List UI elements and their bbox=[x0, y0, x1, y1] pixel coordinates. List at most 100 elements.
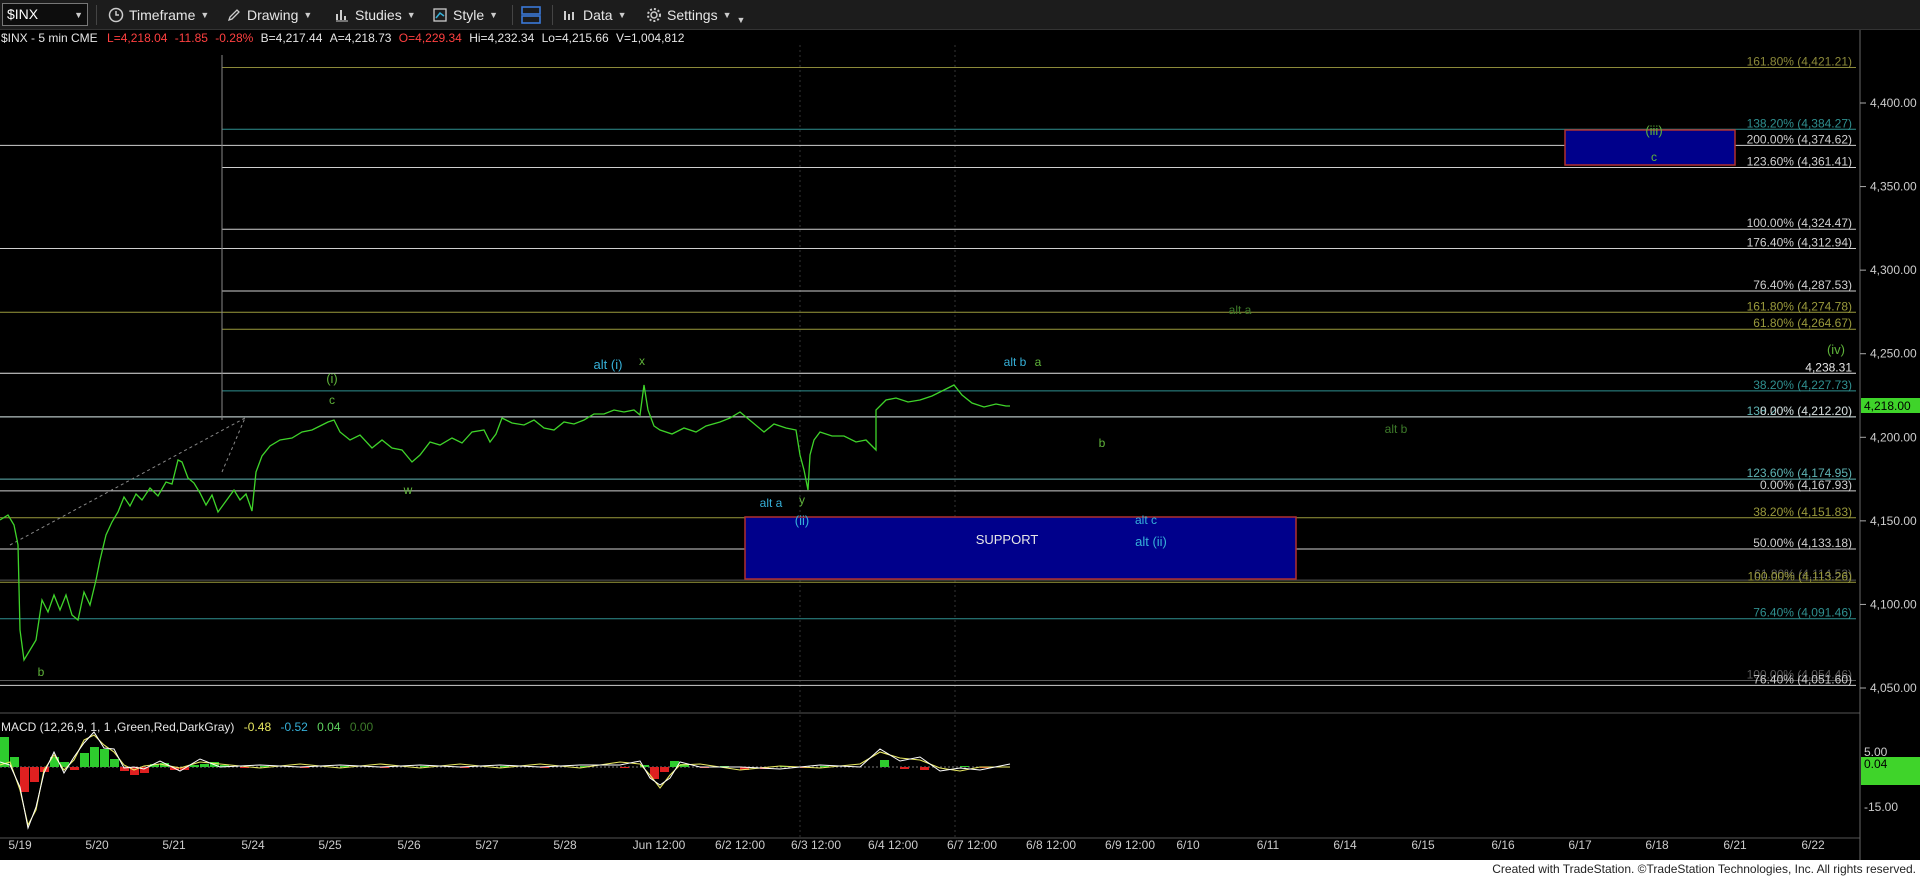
time-axis-label: 6/4 12:00 bbox=[868, 838, 918, 852]
data-label: Data bbox=[583, 7, 613, 23]
wave-label[interactable]: a bbox=[1035, 355, 1042, 369]
svg-text:0.04: 0.04 bbox=[1864, 757, 1888, 771]
fib-level-label: 4,238.31 bbox=[1805, 360, 1852, 374]
macd-histogram-bar bbox=[90, 747, 99, 767]
wave-label[interactable]: (iii) bbox=[1645, 123, 1662, 138]
settings-label: Settings bbox=[667, 7, 718, 23]
wave-label[interactable]: (iv) bbox=[1827, 342, 1845, 357]
wave-label[interactable]: alt (ii) bbox=[1135, 534, 1167, 549]
time-axis-label: 6/15 bbox=[1411, 838, 1435, 852]
fib-level-label: 100.00% (4,324.47) bbox=[1747, 216, 1852, 230]
wave-label[interactable]: c bbox=[329, 393, 335, 407]
macd-histogram-bar bbox=[140, 767, 149, 773]
bid-price: B=4,217.44 bbox=[260, 31, 323, 45]
fib-level-label: 0.00% (4,167.93) bbox=[1760, 478, 1852, 492]
macd-zero-tag bbox=[1861, 771, 1920, 785]
net-change: -11.85 bbox=[174, 31, 208, 45]
macd-histogram-bar bbox=[200, 764, 209, 767]
price-axis-label: 4,150.00 bbox=[1870, 514, 1917, 528]
high-price: Hi=4,232.34 bbox=[469, 31, 535, 45]
time-axis-label: 6/22 bbox=[1801, 838, 1825, 852]
time-axis-label: 6/10 bbox=[1176, 838, 1200, 852]
macd-histogram-bar bbox=[920, 767, 929, 770]
chevron-down-icon: ▼ bbox=[617, 10, 627, 20]
wave-label[interactable]: x bbox=[639, 354, 645, 368]
symbol-value: $INX bbox=[7, 6, 39, 22]
pencil-icon bbox=[227, 9, 240, 22]
price-axis-label: 4,200.00 bbox=[1870, 430, 1917, 444]
wave-label[interactable]: alt a bbox=[760, 496, 783, 510]
fib-level-label: 50.00% (4,133.18) bbox=[1753, 536, 1852, 550]
wave-label[interactable]: (ii) bbox=[795, 513, 809, 528]
wave-label[interactable]: y bbox=[799, 493, 805, 507]
macd-histogram-bar bbox=[20, 767, 29, 792]
time-axis-label: Jun 12:00 bbox=[633, 838, 686, 852]
time-axis-label: 5/26 bbox=[397, 838, 421, 852]
wave-label[interactable]: alt b bbox=[1004, 355, 1027, 369]
timeframe-button[interactable]: Timeframe ▼ bbox=[108, 4, 209, 26]
wave-label[interactable]: c bbox=[1651, 150, 1657, 164]
macd-histogram-bar bbox=[110, 759, 119, 767]
clock-icon bbox=[108, 7, 124, 23]
support-label: SUPPORT bbox=[976, 532, 1039, 547]
time-axis-label: 6/16 bbox=[1491, 838, 1515, 852]
support-zone[interactable] bbox=[744, 516, 1297, 580]
fib-level-label: 161.80% (4,421.21) bbox=[1747, 55, 1852, 69]
style-icon bbox=[433, 8, 447, 22]
macd-title: MACD (12,26,9, 1, 1 ,Green,Red,DarkGray) bbox=[1, 720, 235, 734]
toolbar-divider bbox=[512, 5, 513, 25]
wave-label[interactable]: b bbox=[1099, 436, 1106, 450]
chevron-down-icon: ▼ bbox=[200, 10, 210, 20]
macd-histogram-bar bbox=[80, 753, 89, 767]
time-axis-label: 6/21 bbox=[1723, 838, 1747, 852]
time-axis-label: 6/9 12:00 bbox=[1105, 838, 1155, 852]
fib-level-label: 200.00% (4,374.62) bbox=[1747, 132, 1852, 146]
price-axis-label: 4,250.00 bbox=[1870, 347, 1917, 361]
macd-value: -0.48 bbox=[243, 720, 272, 734]
macd-histogram-bar bbox=[30, 767, 39, 782]
pct-change: -0.28% bbox=[215, 31, 254, 45]
timeframe-label: Timeframe bbox=[129, 7, 196, 23]
fib-level-label: 100.00% (4,113.26) bbox=[1747, 569, 1852, 583]
data-icon bbox=[564, 11, 574, 20]
open-price: O=4,229.34 bbox=[398, 31, 462, 45]
price-chart[interactable]: SUPPORT 161.80% (4,421.21) 138.20% (4,384… bbox=[0, 30, 1920, 860]
fib-level-label: 176.40% (4,312.94) bbox=[1747, 236, 1852, 250]
time-axis-label: 6/7 12:00 bbox=[947, 838, 997, 852]
ask-price: A=4,218.73 bbox=[329, 31, 392, 45]
macd-histogram-bar bbox=[880, 760, 889, 767]
time-axis-label: 6/8 12:00 bbox=[1026, 838, 1076, 852]
chevron-down-icon[interactable]: ▼ bbox=[74, 10, 83, 20]
studies-button[interactable]: Studies ▼ bbox=[334, 4, 416, 26]
settings-button[interactable]: Settings ▼ ▼ bbox=[646, 4, 745, 26]
window-layout-button[interactable] bbox=[520, 4, 542, 26]
fib-level-label: 76.40% (4,287.53) bbox=[1753, 278, 1852, 292]
wave-label[interactable]: (i) bbox=[326, 371, 338, 386]
wave-label[interactable]: alt b bbox=[1385, 422, 1408, 436]
wave-label[interactable]: alt c bbox=[1135, 513, 1157, 527]
copyright-text: Created with TradeStation. ©TradeStation… bbox=[1492, 862, 1916, 876]
price-axis-label: 4,300.00 bbox=[1870, 263, 1917, 277]
chevron-down-icon: ▼ bbox=[722, 10, 732, 20]
wave-label[interactable]: w bbox=[403, 483, 413, 497]
time-axis-label: 5/20 bbox=[85, 838, 109, 852]
fib-level-label: 38.20% (4,151.83) bbox=[1753, 505, 1852, 519]
price-axis-label: 4,050.00 bbox=[1870, 681, 1917, 695]
data-button[interactable]: Data ▼ bbox=[562, 4, 627, 26]
wave-label[interactable]: alt a bbox=[1229, 303, 1252, 317]
macd-histogram-bar bbox=[620, 767, 629, 768]
macd-histogram-bar bbox=[70, 767, 79, 770]
symbol-input[interactable]: $INX ▼ bbox=[2, 3, 88, 26]
drawing-button[interactable]: Drawing ▼ bbox=[226, 4, 312, 26]
time-axis-label: 6/2 12:00 bbox=[715, 838, 765, 852]
wave-label[interactable]: alt (i) bbox=[594, 357, 623, 372]
fib-level-label: 138.20% (4,384.27) bbox=[1747, 116, 1852, 130]
macd-histogram-bar bbox=[900, 767, 909, 769]
price-axis-label: 4,350.00 bbox=[1870, 180, 1917, 194]
time-axis-label: 6/17 bbox=[1568, 838, 1592, 852]
wave-label[interactable]: b bbox=[38, 665, 45, 679]
studies-label: Studies bbox=[355, 7, 402, 23]
style-button[interactable]: Style ▼ bbox=[432, 4, 498, 26]
chevron-down-icon: ▼ bbox=[736, 15, 746, 25]
macd-avg-value: -0.52 bbox=[280, 720, 308, 734]
